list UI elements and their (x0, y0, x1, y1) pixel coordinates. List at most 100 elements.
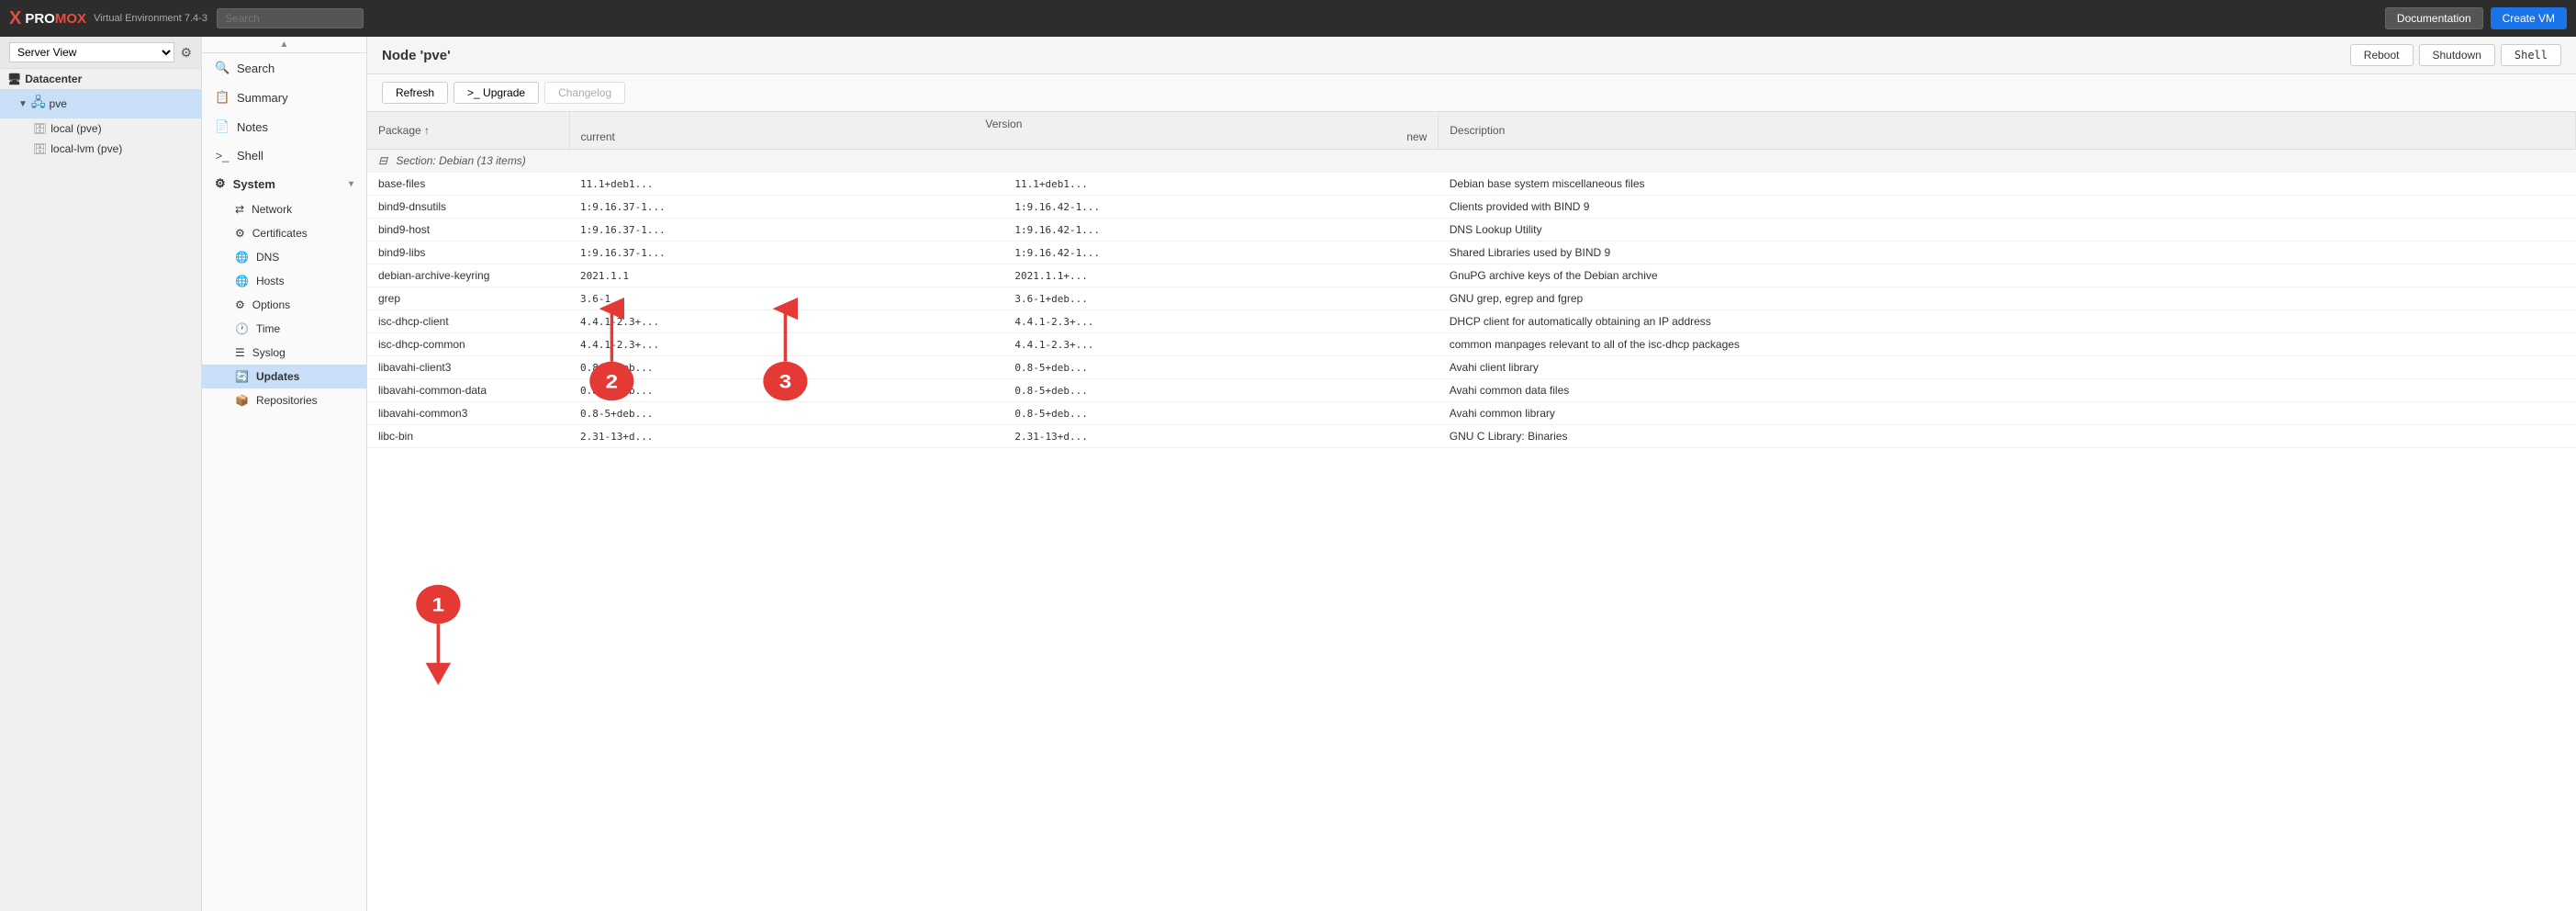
package-name: libavahi-client3 (367, 356, 569, 379)
table-row: debian-archive-keyring 2021.1.1 2021.1.1… (367, 264, 2576, 287)
nav-updates-label: Updates (256, 370, 299, 383)
search-icon: 🔍 (215, 61, 230, 75)
version-current: 2021.1.1 (569, 264, 1003, 287)
nav-item-updates[interactable]: 🔄 Updates (202, 365, 366, 388)
version-new: 0.8-5+deb... (1003, 356, 1438, 379)
notes-icon: 📄 (215, 119, 230, 134)
sidebar: Server View ⚙ 🖥 Datacenter ▼ 🖧 pve 🗄 loc… (0, 37, 202, 911)
tree-item-datacenter[interactable]: 🖥 Datacenter (0, 69, 201, 89)
nav-item-certificates[interactable]: ⚙ Certificates (202, 221, 366, 245)
package-name: bind9-host (367, 219, 569, 242)
version-new: 4.4.1-2.3+... (1003, 333, 1438, 356)
description: Avahi common data files (1439, 379, 2576, 402)
nav-section-system[interactable]: ⚙ System ▾ (202, 170, 366, 197)
page-title: Node 'pve' (382, 48, 451, 63)
tree-item-pve[interactable]: ▼ 🖧 pve (0, 89, 201, 118)
settings-icon[interactable]: ⚙ (180, 45, 192, 61)
version-new: 0.8-5+deb... (1003, 379, 1438, 402)
version-new: 4.4.1-2.3+... (1003, 310, 1438, 333)
documentation-button[interactable]: Documentation (2385, 7, 2483, 29)
table-section-header: ⊟ Section: Debian (13 items) (367, 150, 2576, 173)
version-current: 0.8-5+deb... (569, 356, 1003, 379)
nav-scroll-up[interactable]: ▲ (202, 37, 366, 53)
updates-icon: 🔄 (235, 370, 249, 383)
logo-version: Virtual Environment 7.4-3 (94, 13, 207, 24)
view-selector[interactable]: Server View (9, 42, 174, 62)
nav-item-search[interactable]: 🔍 Search (202, 53, 366, 83)
system-icon: ⚙ (215, 176, 226, 191)
nav-item-repositories[interactable]: 📦 Repositories (202, 388, 366, 412)
create-vm-button[interactable]: Create VM (2491, 7, 2567, 29)
version-current: 11.1+deb1... (569, 173, 1003, 196)
description: Avahi common library (1439, 402, 2576, 425)
version-current: 1:9.16.37-1... (569, 219, 1003, 242)
syslog-icon: ☰ (235, 346, 245, 359)
version-current: 2.31-13+d... (569, 425, 1003, 448)
sidebar-header: Server View ⚙ (0, 37, 201, 69)
version-new: 11.1+deb1... (1003, 173, 1438, 196)
time-icon: 🕐 (235, 322, 249, 335)
nav-hosts-label: Hosts (256, 275, 285, 287)
table-row: bind9-dnsutils 1:9.16.37-1... 1:9.16.42-… (367, 196, 2576, 219)
header-actions: Reboot Shutdown Shell (2350, 44, 2561, 66)
section-label: Section: Debian (13 items) (396, 154, 525, 167)
version-new: 2.31-13+d... (1003, 425, 1438, 448)
nav-item-syslog[interactable]: ☰ Syslog (202, 341, 366, 365)
nav-item-shell[interactable]: >_ Shell (202, 141, 366, 170)
storage-local-label: local (pve) (50, 122, 101, 135)
table-container: Package ↑ Version current new Descriptio… (367, 112, 2576, 911)
network-icon: ⇄ (235, 203, 244, 216)
version-new: 3.6-1+deb... (1003, 287, 1438, 310)
nav-item-notes[interactable]: 📄 Notes (202, 112, 366, 141)
table-row: libavahi-client3 0.8-5+deb... 0.8-5+deb.… (367, 356, 2576, 379)
col-description-header: Description (1439, 112, 2576, 150)
nav-item-options[interactable]: ⚙ Options (202, 293, 366, 317)
nav-summary-label: Summary (237, 91, 288, 105)
nav-item-network[interactable]: ⇄ Network (202, 197, 366, 221)
description: DHCP client for automatically obtaining … (1439, 310, 2576, 333)
nav-item-time[interactable]: 🕐 Time (202, 317, 366, 341)
pve-label: pve (50, 97, 67, 110)
description: Shared Libraries used by BIND 9 (1439, 242, 2576, 264)
global-search-input[interactable] (217, 8, 364, 28)
nav-item-dns[interactable]: 🌐 DNS (202, 245, 366, 269)
hosts-icon: 🌐 (235, 275, 249, 287)
shutdown-button[interactable]: Shutdown (2419, 44, 2495, 66)
nav-time-label: Time (256, 322, 280, 335)
dns-icon: 🌐 (235, 251, 249, 264)
nav-network-label: Network (252, 203, 292, 216)
content-header: Node 'pve' Reboot Shutdown Shell (367, 37, 2576, 74)
tree-item-local[interactable]: 🗄 local (pve) (0, 118, 201, 139)
version-new: 2021.1.1+... (1003, 264, 1438, 287)
datacenter-icon: 🖥 (7, 73, 21, 85)
topbar-right: Documentation Create VM (2385, 7, 2567, 29)
description: Debian base system miscellaneous files (1439, 173, 2576, 196)
table-row: isc-dhcp-client 4.4.1-2.3+... 4.4.1-2.3+… (367, 310, 2576, 333)
upgrade-button[interactable]: >_ Upgrade (454, 82, 539, 104)
shell-icon: >_ (215, 149, 230, 163)
logo-x: X (9, 8, 21, 29)
package-name: isc-dhcp-client (367, 310, 569, 333)
package-name: bind9-dnsutils (367, 196, 569, 219)
description: GnuPG archive keys of the Debian archive (1439, 264, 2576, 287)
logo-pro: PRO (25, 11, 55, 27)
table-row: libavahi-common3 0.8-5+deb... 0.8-5+deb.… (367, 402, 2576, 425)
tree-item-local-lvm[interactable]: 🗄 local-lvm (pve) (0, 139, 201, 159)
table-row: libavahi-common-data 0.8-5+deb... 0.8-5+… (367, 379, 2576, 402)
description: Clients provided with BIND 9 (1439, 196, 2576, 219)
reboot-button[interactable]: Reboot (2350, 44, 2414, 66)
chevron-down-icon: ▾ (349, 179, 353, 189)
version-new: 1:9.16.42-1... (1003, 219, 1438, 242)
section-toggle[interactable]: ⊟ (378, 154, 387, 167)
nav-repositories-label: Repositories (256, 394, 318, 407)
description: Avahi client library (1439, 356, 2576, 379)
refresh-button[interactable]: Refresh (382, 82, 448, 104)
logo-text: PROMOX (25, 11, 86, 27)
certificates-icon: ⚙ (235, 227, 245, 240)
shell-button[interactable]: Shell (2501, 44, 2561, 66)
collapse-icon: ▼ (18, 99, 28, 109)
changelog-button[interactable]: Changelog (544, 82, 625, 104)
nav-item-hosts[interactable]: 🌐 Hosts (202, 269, 366, 293)
nav-item-summary[interactable]: 📋 Summary (202, 83, 366, 112)
version-current: 3.6-1 (569, 287, 1003, 310)
